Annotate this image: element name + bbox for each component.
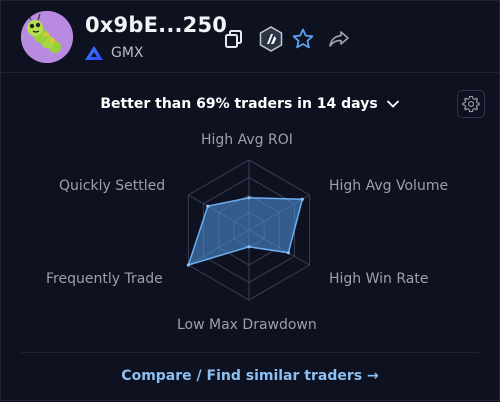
divider [21,352,479,353]
radar-axis-line [248,229,310,266]
radar-axis-line [248,194,310,231]
gmx-logo-icon [85,46,103,60]
radar-data-point [286,251,291,255]
radar-data-point [206,204,210,208]
axis-label-settled: Quickly Settled [59,178,166,194]
trader-header: 0x9bE...250 GMX [1,1,499,73]
axis-label-drawdown: Low Max Drawdown [177,317,317,333]
radar-data-point [300,197,304,201]
settings-button[interactable] [457,90,485,118]
arbitrum-icon [259,26,283,52]
radar-grid-ring [218,194,280,266]
radar-axis-line [188,229,250,266]
compare-link[interactable]: Compare / Find similar traders → [1,368,499,384]
share-icon[interactable] [327,27,351,51]
radar-data-point [247,196,251,200]
chevron-down-icon [386,100,399,108]
gear-icon [462,95,480,113]
axis-label-roi: High Avg ROI [201,132,293,148]
platform-tag: GMX [85,45,144,61]
copy-icon[interactable] [222,27,246,51]
axis-label-win-rate: High Win Rate [329,271,429,287]
trader-card: 0x9bE...250 GMX Better than 69% traders … [0,0,500,401]
radar-grid-ring [203,176,295,284]
radar-axis-line [188,194,250,231]
trader-address: 0x9bE...250 [85,13,228,37]
avatar [21,11,73,63]
radar-data-area [187,197,304,267]
rank-dropdown[interactable]: Better than 69% traders in 14 days [100,96,399,112]
star-icon[interactable] [291,27,315,51]
rank-label: Better than 69% traders in 14 days [100,96,378,112]
radar-grid-ring [233,211,265,249]
rank-selector-row: Better than 69% traders in 14 days [1,93,499,115]
radar-data-point [186,263,190,267]
axis-label-volume: High Avg Volume [329,178,449,194]
platform-name: GMX [111,45,144,61]
radar-grid-ring [187,159,311,301]
axis-label-frequency: Frequently Trade [46,271,163,287]
radar-data-point [247,245,251,249]
